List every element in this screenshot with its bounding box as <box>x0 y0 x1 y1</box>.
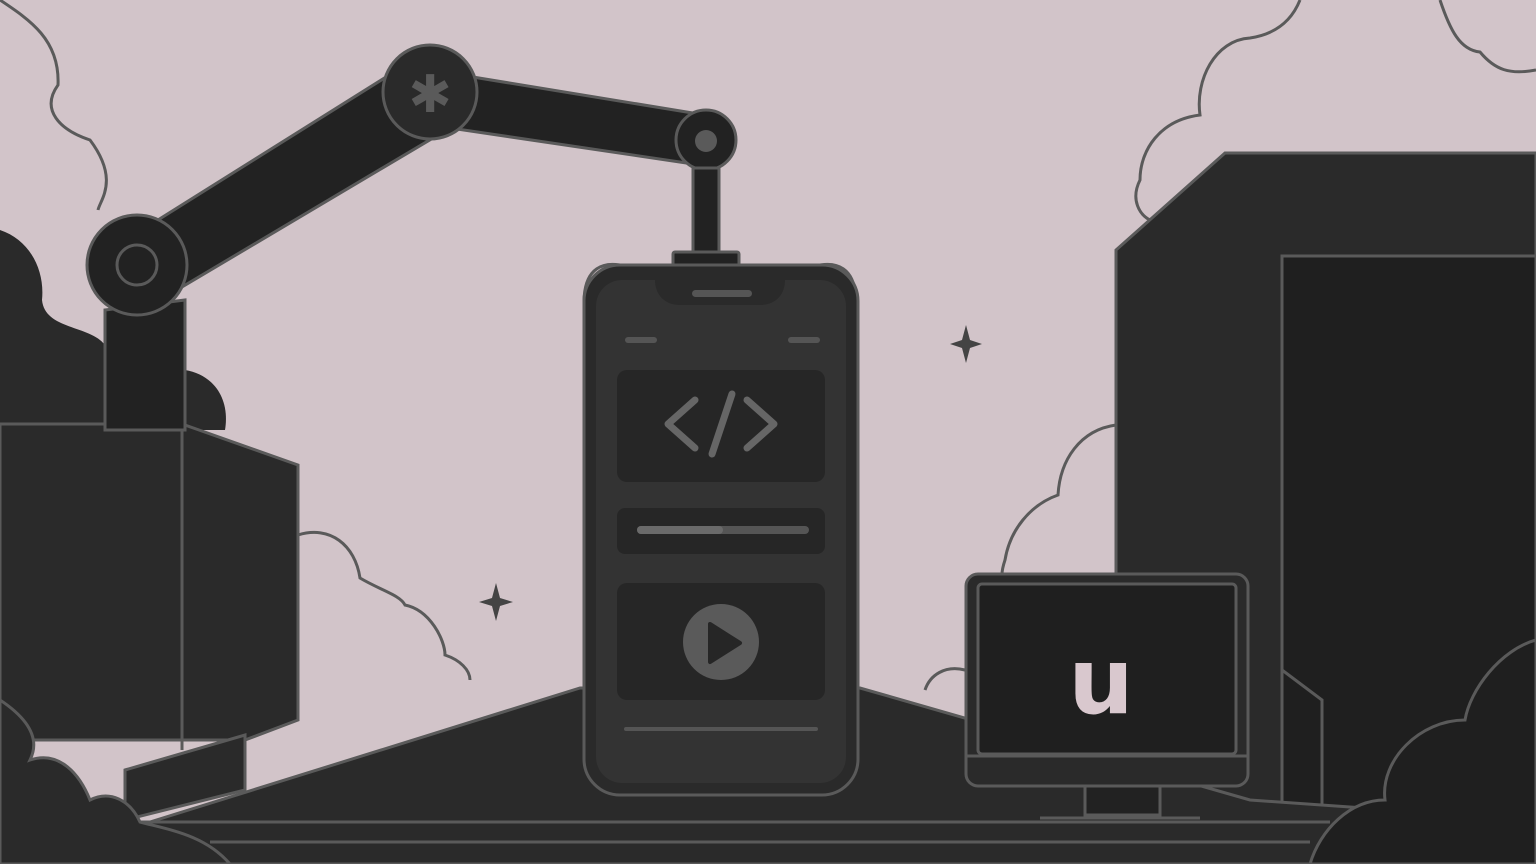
illustration-scene: ✱ u <box>0 0 1536 864</box>
monitor-logo-letter: u <box>1068 628 1134 735</box>
progress-fill <box>637 526 723 534</box>
status-bar-left <box>625 337 657 343</box>
left-bush-right <box>185 370 226 430</box>
gear-icon: ✱ <box>408 65 452 125</box>
status-bar-right <box>788 337 820 343</box>
home-indicator <box>624 727 818 731</box>
sparkle-icon <box>479 583 513 621</box>
sparkle-icon <box>950 325 982 363</box>
phone-device <box>582 263 860 797</box>
